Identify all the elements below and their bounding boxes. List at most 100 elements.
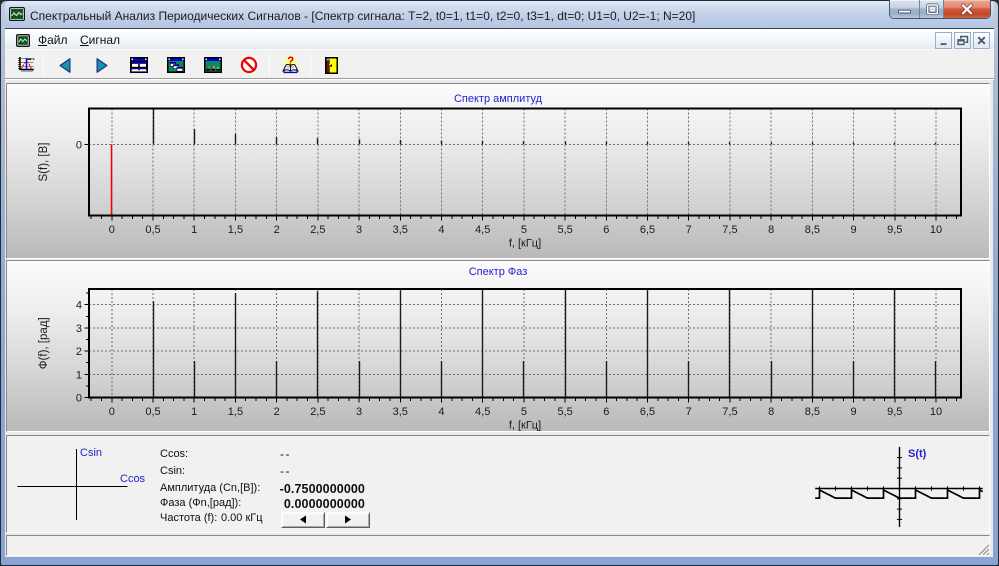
arrow-left-icon [59, 58, 71, 73]
svg-text:4,5: 4,5 [475, 406, 490, 418]
svg-text:6,5: 6,5 [640, 406, 655, 418]
left-triangle-icon [299, 515, 307, 524]
svg-text:8,5: 8,5 [805, 406, 820, 418]
exit-button[interactable] [325, 57, 338, 79]
svg-text:2,5: 2,5 [310, 224, 325, 236]
ccos-row-value: -- [280, 447, 291, 461]
titlebar[interactable]: Спектральный Анализ Периодических Сигнал… [5, 1, 994, 28]
maximize-button[interactable] [919, 0, 944, 18]
app-icon [9, 7, 25, 21]
svg-text:0,5: 0,5 [145, 224, 160, 236]
svg-text:Ф(f), [рад]: Ф(f), [рад] [38, 317, 50, 369]
signal-preview [799, 436, 989, 532]
app-window: Спектральный Анализ Периодических Сигнал… [0, 0, 999, 566]
svg-text:9,5: 9,5 [887, 224, 902, 236]
svg-text:2: 2 [274, 406, 280, 418]
svg-text:6: 6 [603, 224, 609, 236]
phase-chart-title: Спектр Фаз [7, 266, 989, 278]
svg-text:7: 7 [686, 406, 692, 418]
frequency-label: Частота (f): [160, 512, 217, 524]
tile-windows-button[interactable] [130, 57, 148, 78]
phase-chart: 00,511,522,533,544,555,566,577,588,599,5… [7, 261, 989, 431]
svg-text:S(f), [В]: S(f), [В] [38, 143, 50, 182]
exit-door-icon [325, 57, 338, 74]
svg-text:2: 2 [274, 224, 280, 236]
svg-text:1: 1 [191, 224, 197, 236]
svg-text:7,5: 7,5 [722, 224, 737, 236]
amplitude-chart: 00,511,522,533,544,555,566,577,588,599,5… [7, 84, 989, 258]
svg-text:3,5: 3,5 [393, 224, 408, 236]
svg-text:0: 0 [109, 406, 115, 418]
svg-text:3: 3 [356, 224, 362, 236]
mdi-minimize-button[interactable] [935, 32, 952, 49]
mdi-child-icon[interactable] [16, 34, 30, 47]
minimize-button[interactable] [890, 0, 919, 18]
svg-text:0,5: 0,5 [145, 406, 160, 418]
signal-preview-label: S(t) [908, 448, 926, 460]
resize-grip[interactable] [976, 542, 990, 556]
next-harmonic-button[interactable] [96, 58, 108, 78]
amplitude-chart-title: Спектр амплитуд [7, 93, 989, 105]
info-panel: Csin Ccos Ccos: -- Csin: -- Амплитуда (C… [6, 435, 990, 533]
svg-text:8: 8 [768, 406, 774, 418]
amplitude-row-label: Амплитуда (Cn,[В]): [160, 482, 260, 494]
client-area: Файл Сигнал [5, 28, 993, 557]
spectrum-settings-button[interactable] [18, 56, 35, 79]
no-sign-icon [240, 56, 258, 74]
prev-harmonic-button[interactable] [59, 58, 71, 78]
cascade-windows-button[interactable] [167, 57, 185, 78]
next-freq-button[interactable] [326, 512, 370, 528]
csin-row-value: -- [280, 464, 291, 478]
svg-text:10: 10 [930, 224, 942, 236]
spectrum-plot-icon [18, 56, 35, 74]
window-title: Спектральный Анализ Периодических Сигнал… [30, 9, 695, 23]
tile-windows-icon [130, 57, 148, 73]
frequency-value: 0.00 кГц [221, 512, 263, 524]
toolbar-separator [269, 54, 270, 77]
svg-text:1: 1 [191, 406, 197, 418]
svg-text:2,5: 2,5 [310, 406, 325, 418]
amplitude-row-value: -0.7500000000 [280, 482, 365, 496]
svg-text:4: 4 [438, 224, 444, 236]
svg-text:7: 7 [686, 224, 692, 236]
close-button[interactable] [944, 0, 990, 18]
csin-row-label: Csin: [160, 465, 185, 477]
svg-text:6,5: 6,5 [640, 224, 655, 236]
svg-text:4: 4 [438, 406, 444, 418]
svg-text:4: 4 [76, 300, 82, 312]
svg-text:3: 3 [356, 406, 362, 418]
svg-text:10: 10 [930, 406, 942, 418]
status-bar [6, 535, 990, 556]
menubar: Файл Сигнал [5, 28, 994, 49]
svg-text:0: 0 [76, 393, 82, 405]
prev-freq-button[interactable] [281, 512, 325, 528]
svg-text:5: 5 [521, 406, 527, 418]
mdi-close-button[interactable] [973, 32, 990, 49]
svg-text:8: 8 [768, 224, 774, 236]
arrange-icons-button[interactable] [204, 57, 222, 78]
arrange-icons-icon [204, 57, 222, 73]
svg-text:f, [кГц]: f, [кГц] [509, 238, 541, 250]
svg-text:0: 0 [76, 139, 82, 151]
help-button[interactable]: ? [282, 55, 299, 79]
toolbar: ? [5, 49, 994, 79]
ccos-row-label: Ccos: [160, 448, 188, 460]
caption-buttons [889, 0, 991, 19]
svg-text:5: 5 [521, 224, 527, 236]
svg-text:3,5: 3,5 [393, 406, 408, 418]
svg-text:5,5: 5,5 [557, 224, 572, 236]
menu-signal[interactable]: Сигнал [80, 30, 120, 51]
right-triangle-icon [344, 515, 352, 524]
ccos-label: Ccos [120, 473, 145, 485]
svg-text:9,5: 9,5 [887, 406, 902, 418]
svg-text:9: 9 [851, 406, 857, 418]
mdi-restore-button[interactable] [954, 32, 971, 49]
stop-button[interactable] [240, 56, 258, 79]
svg-text:1: 1 [76, 369, 82, 381]
svg-text:1,5: 1,5 [228, 406, 243, 418]
menu-file[interactable]: Файл [38, 30, 68, 51]
svg-text:3: 3 [76, 323, 82, 335]
toolbar-separator [310, 54, 311, 77]
phase-row-value: 0.0000000000 [284, 497, 365, 511]
cascade-windows-icon [167, 57, 185, 73]
